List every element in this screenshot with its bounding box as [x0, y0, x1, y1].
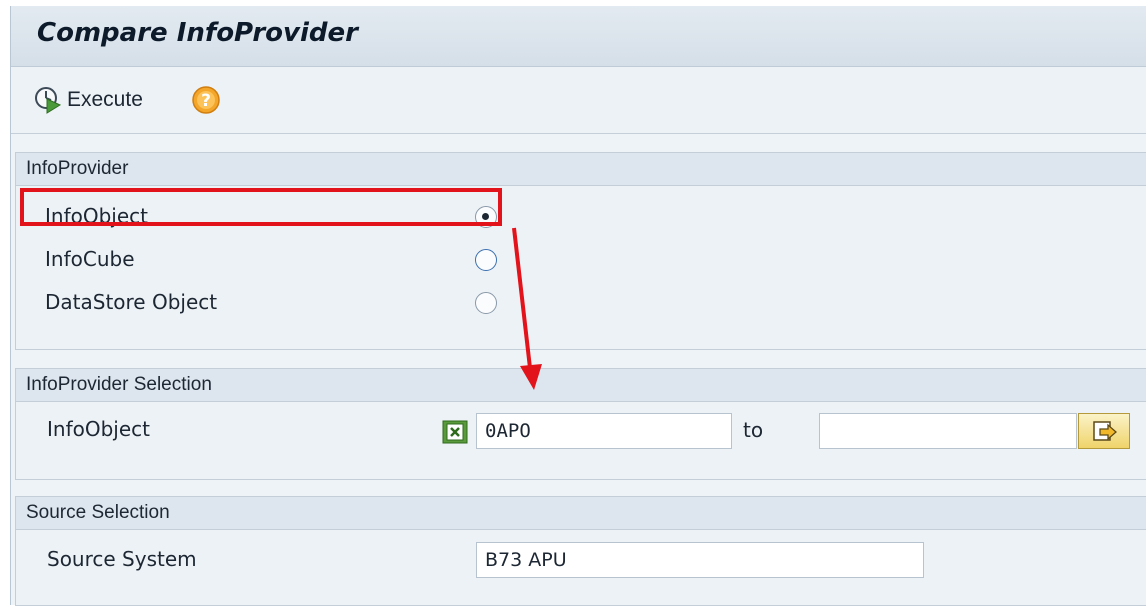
- infoprovider-selection-group: InfoProvider Selection InfoObject 0APO t…: [15, 368, 1146, 480]
- radio-selected-dot: [482, 213, 489, 220]
- source-system-field-label: Source System: [47, 547, 197, 571]
- infoprovider-group: InfoProvider InfoObject InfoCube DataSto…: [15, 152, 1146, 350]
- help-button[interactable]: ?: [191, 85, 221, 115]
- execute-label: Execute: [67, 88, 143, 111]
- execute-icon: [35, 87, 62, 114]
- multiple-selection-button[interactable]: [1078, 413, 1130, 449]
- multiple-selection-icon[interactable]: [442, 420, 468, 444]
- title-bar: Compare InfoProvider: [11, 6, 1146, 67]
- group-title: Source Selection: [26, 502, 170, 523]
- infoobject-from-input[interactable]: 0APO: [476, 413, 732, 449]
- infoobject-field-label: InfoObject: [47, 417, 150, 441]
- to-label: to: [743, 418, 764, 442]
- page-title: Compare InfoProvider: [37, 18, 358, 48]
- option-label-datastore-object: DataStore Object: [45, 290, 218, 314]
- group-header: InfoProvider Selection: [16, 369, 1146, 402]
- execute-button[interactable]: Execute: [33, 85, 143, 115]
- group-title: InfoProvider: [26, 158, 129, 179]
- group-header: Source Selection: [16, 497, 1146, 530]
- infoobject-to-input[interactable]: [819, 413, 1077, 449]
- source-system-input[interactable]: B73 APU: [476, 542, 924, 578]
- radio-infoobject[interactable]: [475, 206, 497, 228]
- source-selection-group: Source Selection Source System B73 APU: [15, 496, 1146, 606]
- option-label-infocube: InfoCube: [45, 247, 135, 271]
- arrow-right-icon: [1093, 421, 1117, 441]
- application-toolbar: Execute ?: [11, 67, 1146, 134]
- svg-text:?: ?: [201, 91, 211, 111]
- radio-datastore-object[interactable]: [475, 292, 497, 314]
- sap-screen: Compare InfoProvider Execute ? InfoProvi…: [10, 6, 1146, 606]
- main-content: InfoProvider InfoObject InfoCube DataSto…: [11, 134, 1146, 606]
- group-header: InfoProvider: [16, 153, 1146, 186]
- radio-infocube[interactable]: [475, 249, 497, 271]
- group-title: InfoProvider Selection: [26, 374, 212, 395]
- option-label-infoobject: InfoObject: [45, 204, 148, 228]
- help-icon: ?: [192, 86, 220, 114]
